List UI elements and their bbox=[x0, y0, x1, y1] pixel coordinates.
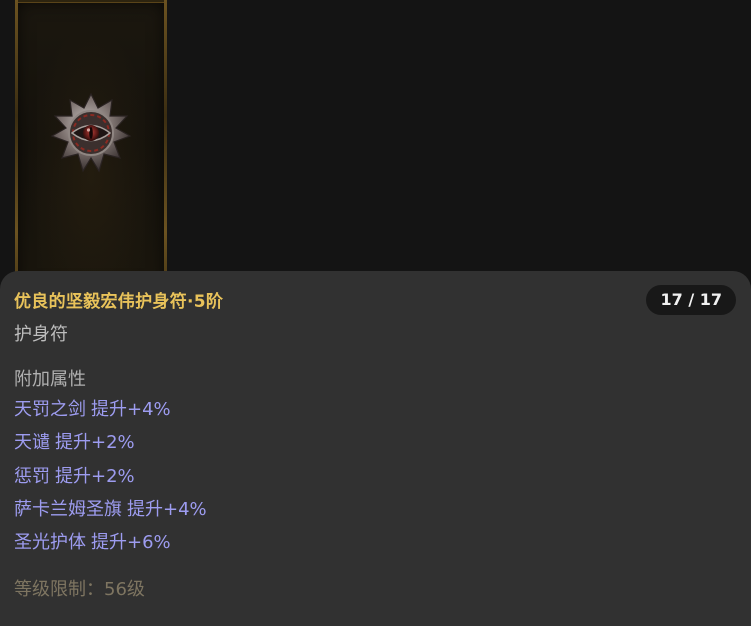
attribute-skill: 天谴 bbox=[14, 432, 50, 454]
game-screen: 优良的坚毅宏伟护身符·5阶 17 / 17 护身符 附加属性 天罚之剑 提升+4%… bbox=[0, 0, 751, 626]
item-tooltip: 优良的坚毅宏伟护身符·5阶 17 / 17 护身符 附加属性 天罚之剑 提升+4%… bbox=[0, 271, 751, 626]
attribute-bonus: 提升+6% bbox=[91, 532, 171, 554]
attribute-row: 天谴 提升+2% bbox=[14, 430, 207, 463]
attribute-bonus: 提升+4% bbox=[127, 498, 207, 520]
attribute-list: 天罚之剑 提升+4% 天谴 提升+2% 惩罚 提升+2% 萨卡兰姆圣旗 提升+4% 圣光… bbox=[14, 397, 207, 563]
attribute-row: 惩罚 提升+2% bbox=[14, 464, 207, 497]
attribute-bonus: 提升+2% bbox=[55, 465, 135, 487]
attributes-heading: 附加属性 bbox=[14, 369, 86, 390]
attribute-skill: 圣光护体 bbox=[14, 532, 86, 554]
attribute-bonus: 提升+4% bbox=[91, 399, 171, 420]
item-name: 优良的坚毅宏伟护身符·5阶 bbox=[14, 292, 224, 312]
attribute-row: 萨卡兰姆圣旗 提升+4% bbox=[14, 497, 207, 530]
attribute-bonus: 提升+2% bbox=[55, 432, 135, 454]
item-counter-badge: 17 / 17 bbox=[646, 285, 736, 315]
attribute-skill: 天罚之剑 bbox=[14, 399, 86, 420]
attribute-skill: 惩罚 bbox=[14, 465, 50, 487]
attribute-row: 圣光护体 提升+6% bbox=[14, 530, 207, 563]
level-requirement: 等级限制：56级 bbox=[14, 579, 145, 600]
attribute-row: 天罚之剑 提升+4% bbox=[14, 397, 207, 430]
attribute-skill: 萨卡兰姆圣旗 bbox=[14, 498, 122, 520]
item-type: 护身符 bbox=[14, 324, 68, 345]
amulet-icon bbox=[50, 92, 132, 173]
item-slot[interactable] bbox=[15, 0, 167, 290]
